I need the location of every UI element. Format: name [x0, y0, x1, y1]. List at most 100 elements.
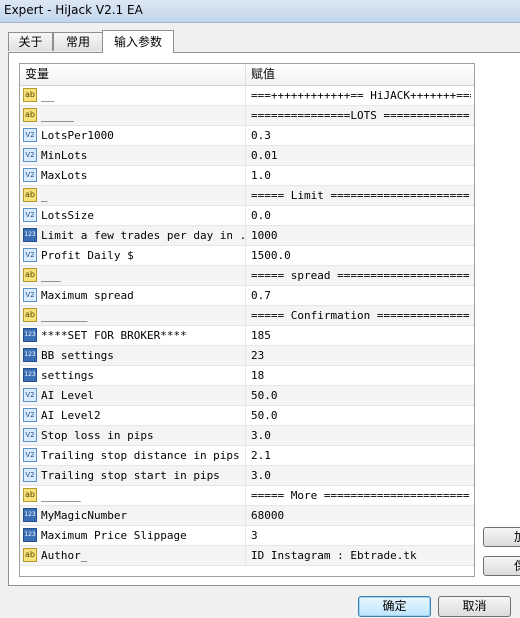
value-cell[interactable]: 0.0 [251, 206, 471, 225]
variable-name: MyMagicNumber [41, 509, 128, 522]
variable-name: Trailing stop start in pips [41, 469, 220, 482]
table-row[interactable]: V2 Trailing stop start in pips 3.0 [20, 466, 474, 486]
value-cell[interactable]: ===== Confirmation ==============... [251, 306, 471, 325]
string-type-icon: ab [23, 188, 37, 202]
column-header-value[interactable]: 赋值 [246, 64, 474, 85]
value-cell[interactable]: ===============LOTS =============... [251, 106, 471, 125]
value-cell[interactable]: 3 [251, 526, 471, 545]
table-row[interactable]: V2 Maximum spread 0.7 [20, 286, 474, 306]
grid-header: 变量 赋值 [20, 64, 474, 86]
value-cell[interactable]: 0.3 [251, 126, 471, 145]
variable-cell: ab _ [20, 186, 246, 205]
value-cell[interactable]: ===== spread ====================... [251, 266, 471, 285]
variable-name: _____ [41, 109, 75, 122]
tab-inputs[interactable]: 输入参数 [102, 30, 174, 53]
value-cell[interactable]: 18 [251, 366, 471, 385]
value-cell[interactable]: 3.0 [251, 426, 471, 445]
value-cell[interactable]: ===== More ======================... [251, 486, 471, 505]
variable-cell: V2 LotsSize [20, 206, 246, 225]
variable-name: BB settings [41, 349, 114, 362]
value-cell[interactable]: ===== Limit =====================... [251, 186, 471, 205]
column-header-variable[interactable]: 变量 [20, 64, 246, 85]
value-cell[interactable]: 185 [251, 326, 471, 345]
table-row[interactable]: V2 MaxLots 1.0 [20, 166, 474, 186]
value-cell[interactable]: 3.0 [251, 466, 471, 485]
table-row[interactable]: ab Author_ ID Instagram : Ebtrade.tk [20, 546, 474, 566]
table-row[interactable]: V2 AI Level2 50.0 [20, 406, 474, 426]
variable-name: LotsPer1000 [41, 129, 114, 142]
variable-name: AI Level [41, 389, 94, 402]
title-bar: Expert - HiJack V2.1 EA [0, 0, 520, 23]
string-type-icon: ab [23, 108, 37, 122]
variable-cell: ab Author_ [20, 546, 246, 565]
table-row[interactable]: 123 settings 18 [20, 366, 474, 386]
double-type-icon: V2 [23, 128, 37, 142]
string-type-icon: ab [23, 488, 37, 502]
table-row[interactable]: V2 Trailing stop distance in pips 2.1 [20, 446, 474, 466]
double-type-icon: V2 [23, 408, 37, 422]
value-cell[interactable]: 68000 [251, 506, 471, 525]
variable-cell: ab __ [20, 86, 246, 105]
table-row[interactable]: ab _ ===== Limit =====================... [20, 186, 474, 206]
table-row[interactable]: V2 LotsSize 0.0 [20, 206, 474, 226]
variable-cell: V2 Trailing stop distance in pips [20, 446, 246, 465]
tab-panel: 变量 赋值 ab __ ===++++++++++++== HiJACK++++++… [8, 52, 520, 586]
table-row[interactable]: V2 AI Level 50.0 [20, 386, 474, 406]
double-type-icon: V2 [23, 168, 37, 182]
value-cell[interactable]: 0.01 [251, 146, 471, 165]
table-row[interactable]: 123 Limit a few trades per day in ... 1000 [20, 226, 474, 246]
variable-name: ___ [41, 269, 61, 282]
value-cell[interactable]: 50.0 [251, 386, 471, 405]
value-cell[interactable]: 50.0 [251, 406, 471, 425]
tab-about[interactable]: 关于 [8, 32, 53, 51]
variable-name: Maximum spread [41, 289, 134, 302]
table-row[interactable]: ab _____ ===============LOTS =============… [20, 106, 474, 126]
table-row[interactable]: ab ___ ===== spread ====================..… [20, 266, 474, 286]
variable-cell: 123 settings [20, 366, 246, 385]
value-cell[interactable]: 1.0 [251, 166, 471, 185]
value-cell[interactable]: ID Instagram : Ebtrade.tk [251, 546, 471, 565]
variable-cell: ab ___ [20, 266, 246, 285]
table-row[interactable]: 123 MyMagicNumber 68000 [20, 506, 474, 526]
variable-cell: V2 MaxLots [20, 166, 246, 185]
variable-cell: V2 Profit Daily $ [20, 246, 246, 265]
table-row[interactable]: 123 Maximum Price Slippage 3 [20, 526, 474, 546]
table-row[interactable]: ab _______ ===== Confirmation ============… [20, 306, 474, 326]
variable-cell: V2 LotsPer1000 [20, 126, 246, 145]
variable-name: MaxLots [41, 169, 88, 182]
integer-type-icon: 123 [23, 508, 37, 522]
table-row[interactable]: 123 BB settings 23 [20, 346, 474, 366]
table-row[interactable]: V2 LotsPer1000 0.3 [20, 126, 474, 146]
variable-cell: V2 MinLots [20, 146, 246, 165]
double-type-icon: V2 [23, 288, 37, 302]
cancel-button[interactable]: 取消 [438, 596, 511, 617]
variable-name: _______ [41, 309, 88, 322]
table-row[interactable]: ab __ ===++++++++++++== HiJACK+++++++===..… [20, 86, 474, 106]
double-type-icon: V2 [23, 148, 37, 162]
table-row[interactable]: V2 MinLots 0.01 [20, 146, 474, 166]
table-row[interactable]: ab ______ ===== More =====================… [20, 486, 474, 506]
double-type-icon: V2 [23, 468, 37, 482]
string-type-icon: ab [23, 88, 37, 102]
parameters-grid: 变量 赋值 ab __ ===++++++++++++== HiJACK++++++… [19, 63, 475, 577]
variable-name: Trailing stop distance in pips [41, 449, 240, 462]
integer-type-icon: 123 [23, 348, 37, 362]
value-cell[interactable]: 1500.0 [251, 246, 471, 265]
variable-cell: 123 Limit a few trades per day in ... [20, 226, 246, 245]
value-cell[interactable]: 1000 [251, 226, 471, 245]
ok-button[interactable]: 确定 [358, 596, 431, 617]
load-button[interactable]: 加 [483, 527, 520, 547]
table-row[interactable]: V2 Stop loss in pips 3.0 [20, 426, 474, 446]
tab-common[interactable]: 常用 [53, 32, 103, 51]
double-type-icon: V2 [23, 208, 37, 222]
save-button[interactable]: 保 [483, 556, 520, 576]
grid-rows: ab __ ===++++++++++++== HiJACK+++++++===..… [20, 86, 474, 566]
variable-cell: 123 ****SET FOR BROKER**** [20, 326, 246, 345]
integer-type-icon: 123 [23, 328, 37, 342]
value-cell[interactable]: 0.7 [251, 286, 471, 305]
table-row[interactable]: 123 ****SET FOR BROKER**** 185 [20, 326, 474, 346]
value-cell[interactable]: 2.1 [251, 446, 471, 465]
table-row[interactable]: V2 Profit Daily $ 1500.0 [20, 246, 474, 266]
value-cell[interactable]: 23 [251, 346, 471, 365]
value-cell[interactable]: ===++++++++++++== HiJACK+++++++===... [251, 86, 471, 105]
